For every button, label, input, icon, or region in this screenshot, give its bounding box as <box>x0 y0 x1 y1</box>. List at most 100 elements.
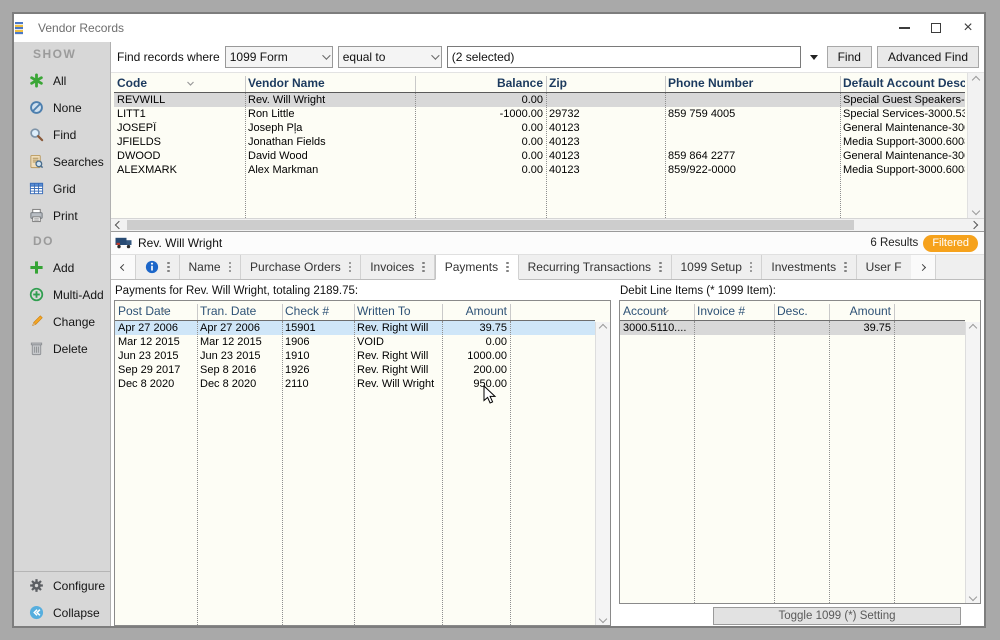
column-header-account-desc[interactable]: Default Account Desc <box>840 76 965 92</box>
table-row[interactable]: LITT1Ron Little-1000.0029732859 759 4005… <box>114 107 965 121</box>
tab-menu-icon[interactable] <box>349 266 352 269</box>
sidebar-item-print[interactable]: Print <box>14 202 110 229</box>
tab-payments[interactable]: Payments <box>435 255 519 280</box>
table-row[interactable]: Apr 27 2006Apr 27 200615901Rev. Right Wi… <box>115 321 595 335</box>
table-row[interactable]: Sep 29 2017Sep 8 20161926Rev. Right Will… <box>115 363 595 377</box>
scroll-left-button[interactable] <box>111 222 127 228</box>
table-row[interactable]: 3000.5110....39.75 <box>620 321 965 335</box>
scroll-down-icon <box>599 615 607 623</box>
minimize-button[interactable] <box>888 16 920 40</box>
close-button[interactable]: × <box>952 16 984 40</box>
cell-tran-date: Sep 8 2016 <box>197 364 282 376</box>
scroll-right-button[interactable] <box>966 222 982 228</box>
sidebar-item-label: Multi-Add <box>53 288 104 302</box>
vendor-grid-vertical-scrollbar[interactable] <box>967 73 984 218</box>
column-header-balance[interactable]: Balance <box>415 76 546 92</box>
payments-vertical-scrollbar[interactable] <box>595 322 610 625</box>
column-header-invoice-num[interactable]: Invoice # <box>694 304 774 320</box>
scroll-up-icon <box>599 324 607 332</box>
column-header-desc[interactable]: Desc. <box>774 304 829 320</box>
advanced-find-button[interactable]: Advanced Find <box>877 46 979 68</box>
tab-info[interactable] <box>136 255 180 279</box>
tab-name[interactable]: Name <box>180 255 242 279</box>
sidebar-item-configure[interactable]: Configure <box>14 572 110 599</box>
table-row[interactable]: Dec 8 2020Dec 8 20202110Rev. Will Wright… <box>115 377 595 391</box>
tab-label: Payments <box>445 260 498 274</box>
table-row[interactable]: REVWILLRev. Will Wright0.00Special Guest… <box>114 93 965 107</box>
sidebar-item-searches[interactable]: Searches <box>14 148 110 175</box>
vendor-records-window: Vendor Records × SHOW All None Find <box>12 12 986 628</box>
column-header-zip[interactable]: Zip <box>546 76 665 92</box>
sort-desc-icon <box>661 303 670 317</box>
sidebar-item-delete[interactable]: Delete <box>14 335 110 362</box>
operator-select[interactable]: equal to <box>338 46 442 68</box>
cell-vendor-name: Alex Markman <box>245 164 415 176</box>
column-header-amount[interactable]: Amount <box>442 304 510 320</box>
maximize-button[interactable] <box>920 16 952 40</box>
tabs-scroll-left-button[interactable] <box>111 255 136 279</box>
field-select[interactable]: 1099 Form <box>225 46 333 68</box>
scrollbar-thumb[interactable] <box>127 220 854 230</box>
cell-phone: 859/922-0000 <box>665 164 840 176</box>
column-header-amount[interactable]: Amount <box>829 304 894 320</box>
sidebar-item-find[interactable]: Find <box>14 121 110 148</box>
tab-menu-icon[interactable] <box>659 266 662 269</box>
sidebar-item-add[interactable]: Add <box>14 254 110 281</box>
sidebar-item-collapse[interactable]: Collapse <box>14 599 110 626</box>
criteria-input[interactable] <box>447 46 801 68</box>
column-header-tran-date[interactable]: Tran. Date <box>197 304 282 320</box>
vendor-grid: Code Vendor Name Balance Zip Phone Numbe… <box>111 72 984 218</box>
tab-invoices[interactable]: Invoices <box>361 255 435 279</box>
circle-plus-icon <box>29 287 44 302</box>
sidebar-item-multi-add[interactable]: Multi-Add <box>14 281 110 308</box>
sidebar-item-none[interactable]: None <box>14 94 110 121</box>
tab-investments[interactable]: Investments <box>762 255 856 279</box>
cell-balance: 0.00 <box>415 164 546 176</box>
table-row[interactable]: Jun 23 2015Jun 23 20151910Rev. Right Wil… <box>115 349 595 363</box>
sidebar-item-change[interactable]: Change <box>14 308 110 335</box>
cell-code: LITT1 <box>114 108 245 120</box>
criteria-dropdown-button[interactable] <box>806 47 822 67</box>
tab-1099-setup[interactable]: 1099 Setup <box>672 255 763 279</box>
tab-user-fields[interactable]: User F <box>857 255 911 279</box>
tab-recurring-transactions[interactable]: Recurring Transactions <box>519 255 672 279</box>
cell-zip: 40123 <box>546 150 665 162</box>
tab-menu-icon[interactable] <box>506 266 509 269</box>
close-icon: × <box>963 20 972 36</box>
column-header-phone[interactable]: Phone Number <box>665 76 840 92</box>
magnifier-icon <box>29 127 44 142</box>
none-icon <box>29 100 44 115</box>
tab-menu-icon[interactable] <box>844 266 847 269</box>
column-header-post-date[interactable]: Post Date <box>115 304 197 320</box>
column-header-written-to[interactable]: Written To <box>354 304 442 320</box>
window-title: Vendor Records <box>38 21 124 35</box>
operator-select-value: equal to <box>343 50 386 64</box>
cell-phone: 859 864 2277 <box>665 150 840 162</box>
sidebar-show-header: SHOW <box>14 42 110 67</box>
tabs-scroll-right-button[interactable] <box>911 255 936 279</box>
cell-check-num: 1910 <box>282 350 354 362</box>
column-header-check-num[interactable]: Check # <box>282 304 354 320</box>
tab-menu-icon[interactable] <box>750 266 753 269</box>
table-row[interactable]: Mar 12 2015Mar 12 20151906VOID0.00 <box>115 335 595 349</box>
tab-menu-icon[interactable] <box>422 266 425 269</box>
table-row[interactable]: DWOODDavid Wood0.0040123859 864 2277Gene… <box>114 149 965 163</box>
tab-purchase-orders[interactable]: Purchase Orders <box>241 255 361 279</box>
sidebar-item-grid[interactable]: Grid <box>14 175 110 202</box>
vendor-grid-horizontal-scrollbar[interactable] <box>111 218 984 232</box>
sidebar-item-all[interactable]: All <box>14 67 110 94</box>
minimize-icon <box>899 27 910 29</box>
find-button[interactable]: Find <box>827 46 872 68</box>
field-select-value: 1099 Form <box>230 50 288 64</box>
table-row[interactable]: ALEXMARKAlex Markman0.0040123859/922-000… <box>114 163 965 177</box>
debit-vertical-scrollbar[interactable] <box>965 322 980 603</box>
column-header-account[interactable]: Account <box>620 304 694 320</box>
column-header-code[interactable]: Code <box>114 76 245 92</box>
toggle-1099-button[interactable]: Toggle 1099 (*) Setting <box>713 607 961 625</box>
tab-menu-icon[interactable] <box>167 266 170 269</box>
column-header-vendor-name[interactable]: Vendor Name <box>245 76 415 92</box>
sidebar-item-label: None <box>53 101 82 115</box>
table-row[interactable]: JFIELDSJonathan Fields0.0040123Media Sup… <box>114 135 965 149</box>
table-row[interactable]: JOSEPÎJoseph Pļa0.0040123General Mainten… <box>114 121 965 135</box>
tab-menu-icon[interactable] <box>229 266 232 269</box>
